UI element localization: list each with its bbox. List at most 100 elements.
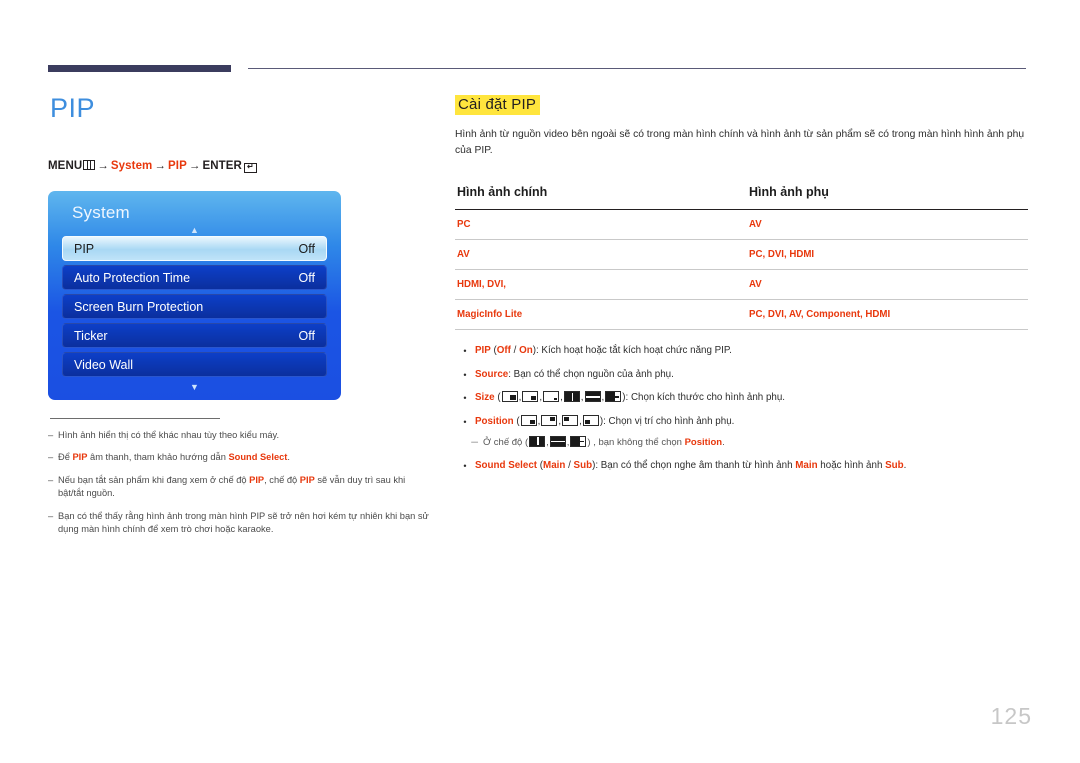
- pip-split-vertical-icon: [529, 435, 546, 447]
- pip-medium-icon: [522, 391, 539, 403]
- table-cell-sub: PC, DVI, HDMI: [747, 239, 1028, 270]
- osd-item-video-wall[interactable]: Video Wall: [62, 352, 327, 377]
- bullet-position: • Position (,,,): Chọn vị trí cho hình ả…: [455, 414, 1028, 430]
- table-cell-sub: AV: [747, 269, 1028, 300]
- osd-item-label: Auto Protection Time: [74, 270, 191, 285]
- header-accent-bar: [48, 65, 231, 72]
- page-root: PIP MENU → System → PIP → ENTER ↵ System ▲ PIP …: [0, 0, 1080, 763]
- menu-grid-icon: [83, 160, 96, 170]
- osd-item-label: PIP: [74, 241, 95, 256]
- osd-item-value: Off: [298, 270, 315, 285]
- bullet-body: Sound Select (Main / Sub): Bạn có thể ch…: [475, 459, 1028, 474]
- breadcrumb-arrow-2: →: [154, 160, 166, 172]
- pos-top-right-icon: [541, 414, 558, 426]
- page-title: PIP: [50, 93, 96, 123]
- osd-item-value: Off: [298, 328, 315, 343]
- subnote-dash: ─: [471, 436, 478, 448]
- table-header-row: Hình ảnh chính Hình ảnh phụ: [455, 184, 1028, 210]
- osd-item-screen-burn-protection[interactable]: Screen Burn Protection: [62, 294, 327, 319]
- bullet-marker: •: [463, 460, 467, 471]
- table-cell-main: MagicInfo Lite: [455, 299, 747, 330]
- note-text: Nếu bạn tắt sản phẩm khi đang xem ở chế …: [58, 474, 406, 499]
- option-main: Main: [543, 459, 566, 471]
- breadcrumb-step-system: System: [110, 160, 153, 172]
- note-dash: –: [48, 452, 54, 463]
- bullet-marker: •: [463, 416, 467, 427]
- pip-split-horizontal-icon: [584, 391, 601, 403]
- note-item: – Bạn có thể thấy rằng hình ảnh trong mà…: [48, 510, 433, 537]
- pip-small-icon: [543, 391, 560, 403]
- table-cell-main: PC: [455, 209, 747, 240]
- feature-bullet-list: • PIP (Off / On): Kích hoạt hoặc tắt kíc…: [455, 344, 1028, 474]
- breadcrumb-arrow-1: →: [97, 160, 109, 172]
- osd-item-ticker[interactable]: Ticker Off: [62, 323, 327, 348]
- option-slash: /: [510, 344, 520, 356]
- right-column: Cài đặt PIP Hình ảnh từ nguồn video bên …: [455, 95, 1028, 483]
- pip-source-table: Hình ảnh chính Hình ảnh phụ PC AV AV PC,…: [455, 184, 1028, 330]
- table-row: AV PC, DVI, HDMI: [455, 239, 1028, 270]
- table-cell-main: AV: [455, 239, 747, 270]
- paren-open: (: [513, 415, 520, 427]
- bullet-term: Sound Select: [475, 459, 538, 471]
- bullet-sound-select: • Sound Select (Main / Sub): Bạn có thể …: [455, 459, 1028, 474]
- bullet-term: Source: [475, 368, 509, 380]
- pos-top-left-icon: [562, 414, 579, 426]
- bullet-pip: • PIP (Off / On): Kích hoạt hoặc tắt kíc…: [455, 344, 1028, 359]
- bullet-marker: •: [463, 345, 467, 356]
- bullet-body: PIP (Off / On): Kích hoạt hoặc tắt kích …: [475, 344, 1028, 359]
- option-on: On: [519, 344, 533, 356]
- section-intro: Hình ảnh từ nguồn video bên ngoài sẽ có …: [455, 129, 1025, 156]
- enter-key-icon: ↵: [243, 163, 257, 173]
- note-dash: –: [48, 474, 54, 485]
- osd-item-pip[interactable]: PIP Off: [62, 236, 327, 261]
- osd-item-auto-protection-time[interactable]: Auto Protection Time Off: [62, 265, 327, 290]
- term-sub: Sub: [885, 459, 904, 471]
- bullet-size: • Size (,,,,,): Chọn kích thước cho hình…: [455, 391, 1028, 406]
- bullet-term: PIP: [475, 344, 491, 356]
- pos-bottom-right-icon: [520, 414, 537, 426]
- table-row: HDMI, DVI, AV: [455, 269, 1028, 300]
- table-header-sub: Hình ảnh phụ: [747, 184, 1028, 210]
- subnote-post: ) , bạn không thể chọn: [587, 436, 685, 448]
- pip-large-icon: [501, 391, 518, 403]
- note-item: – Để PIP âm thanh, tham khảo hướng dẫn S…: [48, 451, 433, 464]
- bullet-desc-2: hoặc hình ảnh: [817, 459, 886, 471]
- bullet-marker: •: [463, 393, 467, 404]
- osd-item-value: Off: [298, 241, 315, 256]
- bullet-end: .: [903, 459, 907, 471]
- option-slash: /: [565, 459, 574, 471]
- note-dash: –: [48, 510, 54, 521]
- osd-scroll-up-icon[interactable]: ▲: [62, 224, 327, 236]
- table-cell-main: HDMI, DVI,: [455, 269, 747, 300]
- bullet-body: Source: Bạn có thể chọn nguồn của ảnh ph…: [475, 368, 1028, 383]
- page-number: 125: [990, 703, 1032, 729]
- osd-item-label: Screen Burn Protection: [74, 299, 204, 314]
- left-column: PIP MENU → System → PIP → ENTER ↵ System ▲ PIP …: [48, 95, 438, 546]
- table-header-main: Hình ảnh chính: [455, 184, 747, 210]
- header-rule: [248, 68, 1026, 69]
- osd-scroll-down-icon[interactable]: ▼: [62, 381, 327, 393]
- paren-open: (: [494, 392, 501, 404]
- bullet-body: Size (,,,,,): Chọn kích thước cho hình ả…: [475, 391, 786, 404]
- pos-bottom-left-icon: [582, 414, 599, 426]
- bullet-marker: •: [463, 369, 467, 380]
- subnote-end: .: [722, 436, 725, 448]
- term-main: Main: [795, 459, 818, 471]
- osd-system-menu: System ▲ PIP Off Auto Protection Time Of…: [48, 191, 341, 400]
- bullet-desc-1: : Bạn có thể chọn nghe âm thanh từ hình …: [595, 459, 796, 471]
- option-off: Off: [496, 344, 511, 356]
- table-cell-sub: PC, DVI, AV, Component, HDMI: [747, 299, 1028, 330]
- bullet-desc: : Bạn có thể chọn nguồn của ảnh phụ.: [508, 368, 674, 380]
- bullet-body: Position (,,,): Chọn vị trí cho hình ảnh…: [475, 414, 735, 427]
- note-text: Bạn có thể thấy rằng hình ảnh trong màn …: [58, 510, 429, 535]
- osd-title: System: [72, 203, 130, 222]
- bullet-term: Position: [475, 415, 514, 427]
- table-cell-sub: AV: [747, 209, 1028, 240]
- subnote-pre: Ở chế độ (: [483, 436, 529, 448]
- bullet-source: • Source: Bạn có thể chọn nguồn của ảnh …: [455, 368, 1028, 383]
- subnote-body: Ở chế độ (,,) , bạn không thể chọn Posit…: [483, 435, 725, 448]
- option-sub: Sub: [573, 459, 593, 471]
- bullet-desc: : Chọn vị trí cho hình ảnh phụ.: [603, 415, 735, 427]
- bullet-desc: : Kích hoạt hoặc tắt kích hoạt chức năng…: [535, 344, 732, 356]
- note-text: Để PIP âm thanh, tham khảo hướng dẫn Sou…: [58, 452, 290, 463]
